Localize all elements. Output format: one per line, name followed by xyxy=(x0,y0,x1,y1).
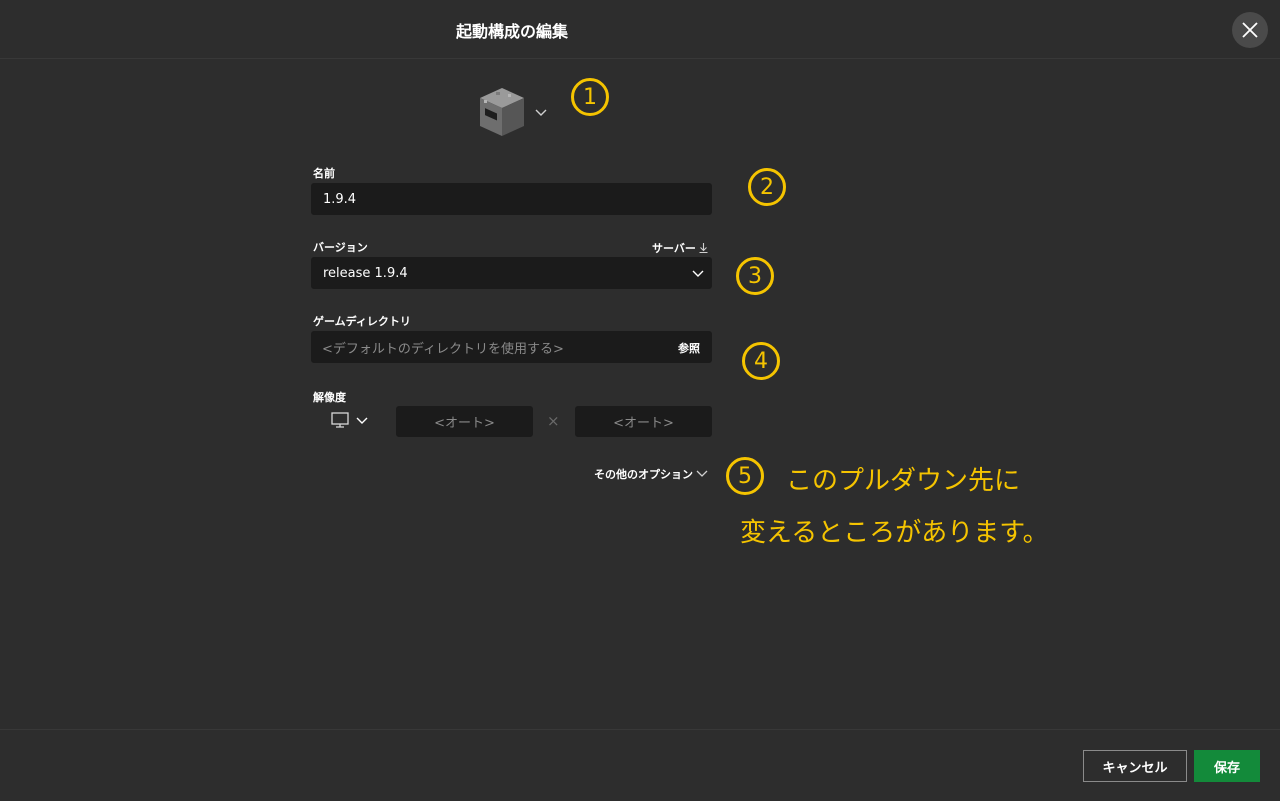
more-options-label: その他のオプション xyxy=(594,468,693,481)
annotation-number-4: 4 xyxy=(742,342,780,380)
version-value: release 1.9.4 xyxy=(323,265,408,281)
server-download-link[interactable]: サーバー xyxy=(652,240,708,256)
annotation-note-line1: このプルダウン先に xyxy=(786,466,1021,496)
resolution-separator: × xyxy=(547,412,560,430)
version-select[interactable]: release 1.9.4 xyxy=(311,257,712,289)
name-value: 1.9.4 xyxy=(323,191,357,207)
chevron-down-icon xyxy=(696,470,708,477)
chevron-down-icon xyxy=(535,109,547,116)
annotation-note-line2: 変えるところがあります。 xyxy=(740,518,1049,548)
server-link-label: サーバー xyxy=(652,242,696,255)
close-button[interactable] xyxy=(1232,12,1268,48)
download-icon xyxy=(699,243,708,253)
resolution-height-input[interactable]: <オート> xyxy=(575,406,712,437)
dialog-header: 起動構成の編集 xyxy=(0,0,1280,59)
dialog-title: 起動構成の編集 xyxy=(455,22,568,41)
version-label: バージョン xyxy=(313,241,368,254)
monitor-icon xyxy=(331,412,349,428)
directory-input[interactable]: <デフォルトのディレクトリを使用する> 参照 xyxy=(311,331,712,363)
furnace-block-icon xyxy=(480,88,524,136)
annotation-number-2: 2 xyxy=(748,168,786,206)
resolution-label: 解像度 xyxy=(313,391,346,404)
chevron-down-icon xyxy=(692,270,704,277)
directory-placeholder: <デフォルトのディレクトリを使用する> xyxy=(322,341,564,357)
cancel-button[interactable]: キャンセル xyxy=(1083,750,1187,782)
annotation-number-5: 5 xyxy=(726,457,764,495)
browse-button[interactable]: 参照 xyxy=(678,340,700,356)
name-label: 名前 xyxy=(313,167,335,180)
height-placeholder: <オート> xyxy=(613,416,674,431)
more-options-toggle[interactable]: その他のオプション xyxy=(594,466,708,482)
annotation-number-3: 3 xyxy=(736,257,774,295)
width-placeholder: <オート> xyxy=(434,416,495,431)
resolution-width-input[interactable]: <オート> xyxy=(396,406,533,437)
annotation-number-1: 1 xyxy=(571,78,609,116)
resolution-preset-dropdown[interactable] xyxy=(331,412,371,432)
footer-divider xyxy=(0,729,1280,730)
close-icon xyxy=(1242,22,1258,38)
save-button[interactable]: 保存 xyxy=(1194,750,1260,782)
name-input[interactable]: 1.9.4 xyxy=(311,183,712,215)
chevron-down-icon xyxy=(356,417,368,424)
directory-label: ゲームディレクトリ xyxy=(313,315,411,328)
